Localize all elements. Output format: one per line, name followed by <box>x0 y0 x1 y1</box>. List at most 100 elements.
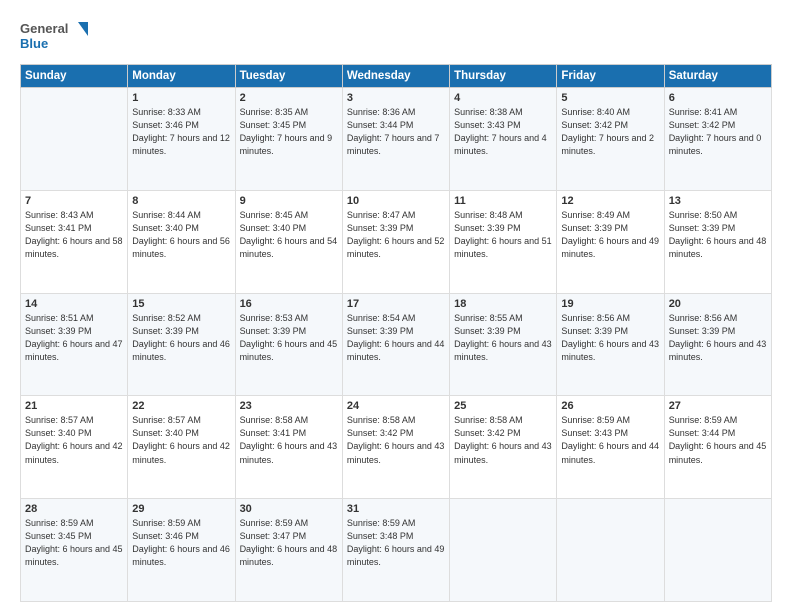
day-number: 9 <box>240 195 338 207</box>
cell-info: Sunrise: 8:56 AMSunset: 3:39 PMDaylight:… <box>669 312 767 364</box>
day-number: 23 <box>240 400 338 412</box>
weekday-header-row: SundayMondayTuesdayWednesdayThursdayFrid… <box>21 65 772 88</box>
calendar-cell: 11Sunrise: 8:48 AMSunset: 3:39 PMDayligh… <box>450 190 557 293</box>
day-number: 17 <box>347 298 445 310</box>
calendar-cell: 30Sunrise: 8:59 AMSunset: 3:47 PMDayligh… <box>235 499 342 602</box>
day-number: 12 <box>561 195 659 207</box>
cell-info: Sunrise: 8:43 AMSunset: 3:41 PMDaylight:… <box>25 209 123 261</box>
calendar-cell: 27Sunrise: 8:59 AMSunset: 3:44 PMDayligh… <box>664 396 771 499</box>
day-number: 16 <box>240 298 338 310</box>
cell-info: Sunrise: 8:58 AMSunset: 3:41 PMDaylight:… <box>240 414 338 466</box>
calendar-cell: 15 Sunrise: 8:52 AMSunset: 3:39 PMDayligh… <box>128 293 235 396</box>
cell-info: Sunrise: 8:57 AMSunset: 3:40 PMDaylight:… <box>132 414 230 466</box>
cell-info: Sunrise: 8:51 AMSunset: 3:39 PMDaylight:… <box>25 312 123 364</box>
calendar-week-row: 14 Sunrise: 8:51 AMSunset: 3:39 PMDayligh… <box>21 293 772 396</box>
svg-text:Blue: Blue <box>20 36 48 51</box>
cell-info: Sunrise: 8:40 AMSunset: 3:42 PMDaylight:… <box>561 106 659 158</box>
day-number: 14 <box>25 298 123 310</box>
logo-svg: General Blue <box>20 18 90 54</box>
cell-info: Sunrise: 8:48 AMSunset: 3:39 PMDaylight:… <box>454 209 552 261</box>
calendar-cell: 26Sunrise: 8:59 AMSunset: 3:43 PMDayligh… <box>557 396 664 499</box>
cell-info: Sunrise: 8:57 AMSunset: 3:40 PMDaylight:… <box>25 414 123 466</box>
calendar-cell: 2 Sunrise: 8:35 AMSunset: 3:45 PMDaylight… <box>235 88 342 191</box>
cell-info: Sunrise: 8:58 AMSunset: 3:42 PMDaylight:… <box>454 414 552 466</box>
cell-info: Sunrise: 8:50 AMSunset: 3:39 PMDaylight:… <box>669 209 767 261</box>
cell-info: Sunrise: 8:59 AMSunset: 3:46 PMDaylight:… <box>132 517 230 569</box>
cell-info: Sunrise: 8:33 AMSunset: 3:46 PMDaylight:… <box>132 106 230 158</box>
calendar-cell: 9Sunrise: 8:45 AMSunset: 3:40 PMDaylight… <box>235 190 342 293</box>
cell-info: Sunrise: 8:49 AMSunset: 3:39 PMDaylight:… <box>561 209 659 261</box>
calendar-header: SundayMondayTuesdayWednesdayThursdayFrid… <box>21 65 772 88</box>
calendar-cell: 5 Sunrise: 8:40 AMSunset: 3:42 PMDaylight… <box>557 88 664 191</box>
day-number: 29 <box>132 503 230 515</box>
cell-info: Sunrise: 8:53 AMSunset: 3:39 PMDaylight:… <box>240 312 338 364</box>
day-number: 31 <box>347 503 445 515</box>
calendar-cell: 14 Sunrise: 8:51 AMSunset: 3:39 PMDayligh… <box>21 293 128 396</box>
cell-info: Sunrise: 8:59 AMSunset: 3:43 PMDaylight:… <box>561 414 659 466</box>
day-number: 8 <box>132 195 230 207</box>
calendar-cell: 3Sunrise: 8:36 AMSunset: 3:44 PMDaylight… <box>342 88 449 191</box>
calendar-cell: 22 Sunrise: 8:57 AMSunset: 3:40 PMDayligh… <box>128 396 235 499</box>
calendar-cell: 19Sunrise: 8:56 AMSunset: 3:39 PMDayligh… <box>557 293 664 396</box>
cell-info: Sunrise: 8:36 AMSunset: 3:44 PMDaylight:… <box>347 106 445 158</box>
calendar-week-row: 1 Sunrise: 8:33 AMSunset: 3:46 PMDaylight… <box>21 88 772 191</box>
day-number: 10 <box>347 195 445 207</box>
calendar-week-row: 7 Sunrise: 8:43 AMSunset: 3:41 PMDaylight… <box>21 190 772 293</box>
calendar-cell <box>557 499 664 602</box>
day-number: 13 <box>669 195 767 207</box>
day-number: 6 <box>669 92 767 104</box>
calendar-cell: 13 Sunrise: 8:50 AMSunset: 3:39 PMDayligh… <box>664 190 771 293</box>
calendar-cell: 7 Sunrise: 8:43 AMSunset: 3:41 PMDaylight… <box>21 190 128 293</box>
day-number: 28 <box>25 503 123 515</box>
logo: General Blue <box>20 18 90 54</box>
cell-info: Sunrise: 8:55 AMSunset: 3:39 PMDaylight:… <box>454 312 552 364</box>
cell-info: Sunrise: 8:59 AMSunset: 3:45 PMDaylight:… <box>25 517 123 569</box>
cell-info: Sunrise: 8:54 AMSunset: 3:39 PMDaylight:… <box>347 312 445 364</box>
calendar-cell: 24 Sunrise: 8:58 AMSunset: 3:42 PMDayligh… <box>342 396 449 499</box>
cell-info: Sunrise: 8:59 AMSunset: 3:47 PMDaylight:… <box>240 517 338 569</box>
header: General Blue <box>20 18 772 54</box>
cell-info: Sunrise: 8:38 AMSunset: 3:43 PMDaylight:… <box>454 106 552 158</box>
cell-info: Sunrise: 8:41 AMSunset: 3:42 PMDaylight:… <box>669 106 767 158</box>
calendar-table: SundayMondayTuesdayWednesdayThursdayFrid… <box>20 64 772 602</box>
day-number: 1 <box>132 92 230 104</box>
day-number: 7 <box>25 195 123 207</box>
weekday-header-thursday: Thursday <box>450 65 557 88</box>
day-number: 24 <box>347 400 445 412</box>
calendar-cell: 28 Sunrise: 8:59 AMSunset: 3:45 PMDayligh… <box>21 499 128 602</box>
cell-info: Sunrise: 8:58 AMSunset: 3:42 PMDaylight:… <box>347 414 445 466</box>
weekday-header-sunday: Sunday <box>21 65 128 88</box>
calendar-cell: 23 Sunrise: 8:58 AMSunset: 3:41 PMDayligh… <box>235 396 342 499</box>
day-number: 21 <box>25 400 123 412</box>
calendar-cell: 6 Sunrise: 8:41 AMSunset: 3:42 PMDaylight… <box>664 88 771 191</box>
calendar-cell: 25 Sunrise: 8:58 AMSunset: 3:42 PMDayligh… <box>450 396 557 499</box>
day-number: 25 <box>454 400 552 412</box>
calendar-week-row: 28 Sunrise: 8:59 AMSunset: 3:45 PMDayligh… <box>21 499 772 602</box>
calendar-page: General Blue SundayMondayTuesdayWednesda… <box>0 0 792 612</box>
day-number: 15 <box>132 298 230 310</box>
calendar-cell <box>664 499 771 602</box>
calendar-cell: 17 Sunrise: 8:54 AMSunset: 3:39 PMDayligh… <box>342 293 449 396</box>
weekday-header-monday: Monday <box>128 65 235 88</box>
calendar-cell: 12 Sunrise: 8:49 AMSunset: 3:39 PMDayligh… <box>557 190 664 293</box>
day-number: 18 <box>454 298 552 310</box>
day-number: 19 <box>561 298 659 310</box>
day-number: 2 <box>240 92 338 104</box>
cell-info: Sunrise: 8:59 AMSunset: 3:44 PMDaylight:… <box>669 414 767 466</box>
cell-info: Sunrise: 8:52 AMSunset: 3:39 PMDaylight:… <box>132 312 230 364</box>
svg-text:General: General <box>20 21 68 36</box>
calendar-cell: 16 Sunrise: 8:53 AMSunset: 3:39 PMDayligh… <box>235 293 342 396</box>
calendar-cell: 29 Sunrise: 8:59 AMSunset: 3:46 PMDayligh… <box>128 499 235 602</box>
calendar-cell: 10Sunrise: 8:47 AMSunset: 3:39 PMDayligh… <box>342 190 449 293</box>
cell-info: Sunrise: 8:59 AMSunset: 3:48 PMDaylight:… <box>347 517 445 569</box>
cell-info: Sunrise: 8:35 AMSunset: 3:45 PMDaylight:… <box>240 106 338 158</box>
calendar-cell: 8 Sunrise: 8:44 AMSunset: 3:40 PMDaylight… <box>128 190 235 293</box>
calendar-cell: 31 Sunrise: 8:59 AMSunset: 3:48 PMDayligh… <box>342 499 449 602</box>
cell-info: Sunrise: 8:44 AMSunset: 3:40 PMDaylight:… <box>132 209 230 261</box>
day-number: 5 <box>561 92 659 104</box>
calendar-cell <box>450 499 557 602</box>
weekday-header-friday: Friday <box>557 65 664 88</box>
day-number: 22 <box>132 400 230 412</box>
calendar-cell: 21 Sunrise: 8:57 AMSunset: 3:40 PMDayligh… <box>21 396 128 499</box>
calendar-cell: 1 Sunrise: 8:33 AMSunset: 3:46 PMDaylight… <box>128 88 235 191</box>
